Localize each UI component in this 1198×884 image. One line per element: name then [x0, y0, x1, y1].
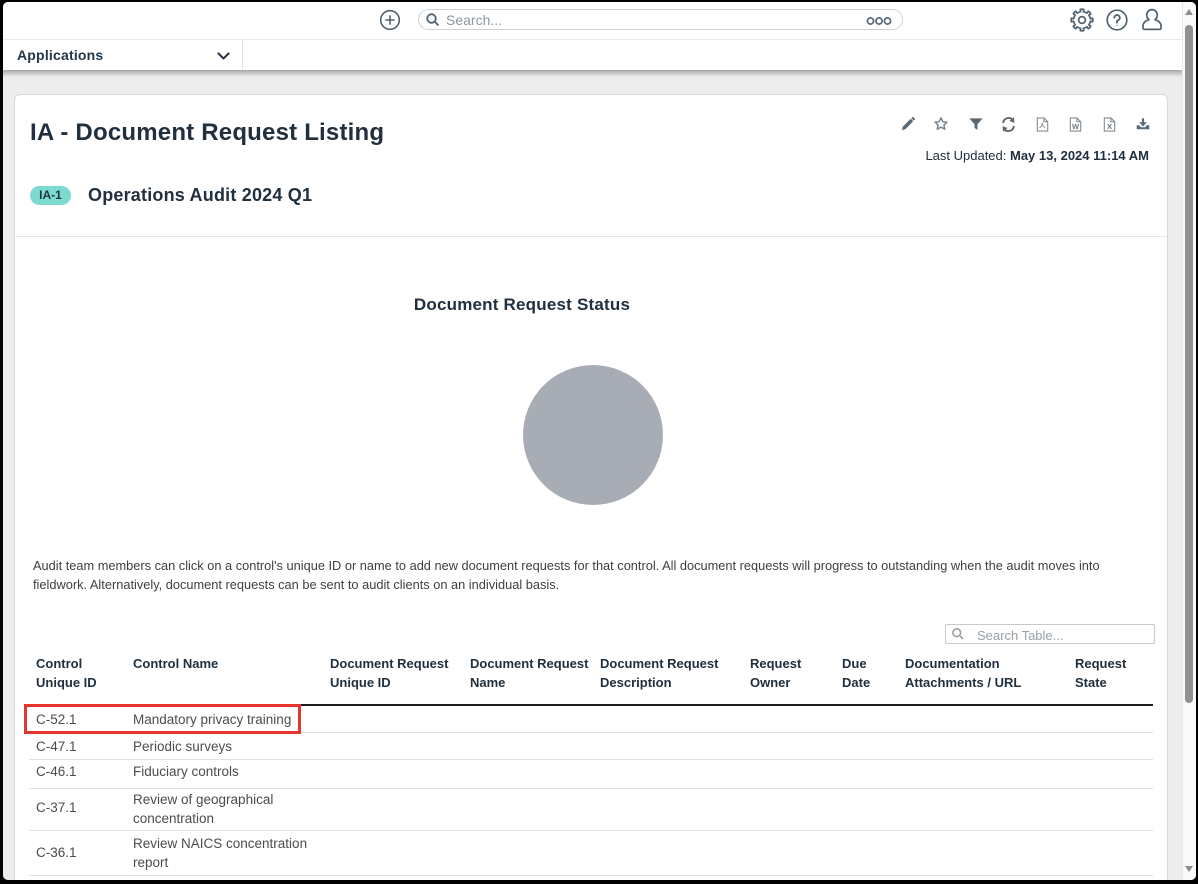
- svg-text:X: X: [1107, 122, 1112, 131]
- svg-text:W: W: [1072, 122, 1080, 131]
